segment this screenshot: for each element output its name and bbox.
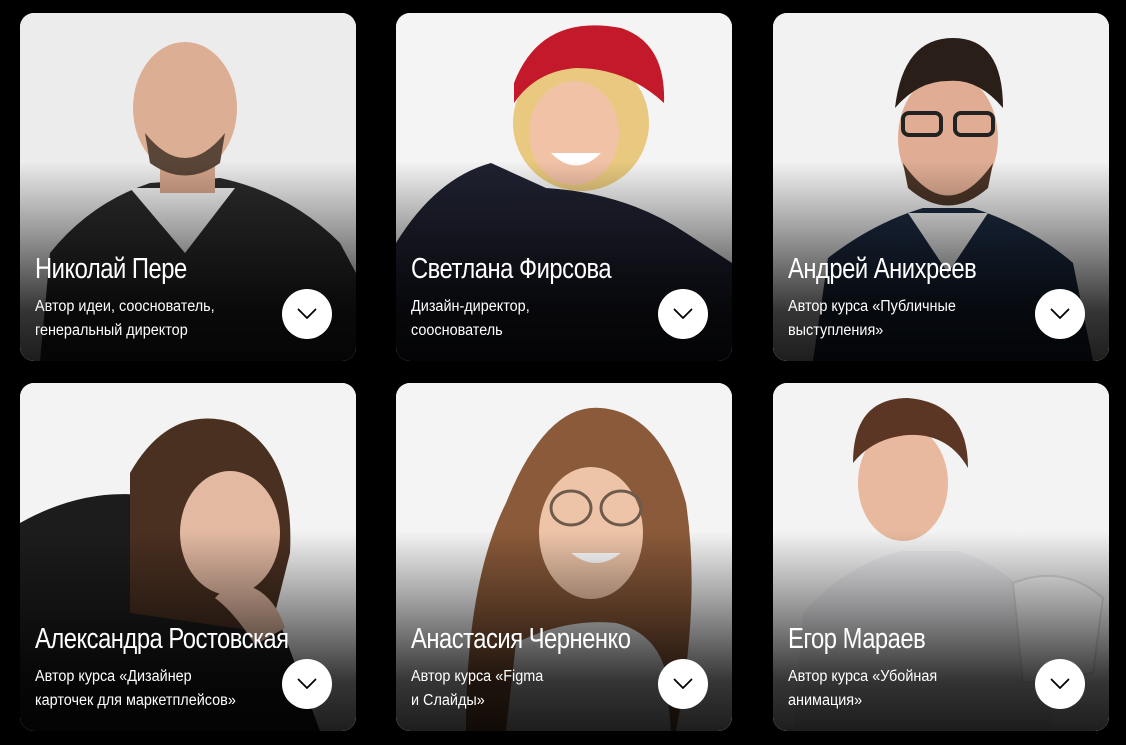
person-role: Автор курса «Убойная анимация» [788,665,1011,713]
team-card: Александра Ростовская Автор курса «Дизай… [20,383,356,731]
chevron-down-icon [1050,308,1070,319]
expand-button[interactable] [658,289,708,339]
team-card: Николай Пере Автор идеи, сооснователь, г… [20,13,356,361]
person-name: Александра Ростовская [35,623,289,655]
expand-button[interactable] [282,659,332,709]
team-card: Андрей Анихреев Автор курса «Публичные в… [773,13,1109,361]
role-line: и Слайды» [411,692,485,709]
expand-button[interactable] [282,289,332,339]
role-line: генеральный директор [35,322,188,339]
person-role: Автор курса «Figma и Слайды» [411,665,634,713]
chevron-down-icon [1050,678,1070,689]
person-name: Егор Мараев [788,623,926,655]
role-line: анимация» [788,692,863,709]
expand-button[interactable] [1035,289,1085,339]
role-line: Дизайн-директор, [411,298,530,315]
team-card: Егор Мараев Автор курса «Убойная анимаци… [773,383,1109,731]
role-line: карточек для маркетплейсов» [35,692,236,709]
person-role: Дизайн-директор, сооснователь [411,295,634,343]
team-grid: Николай Пере Автор идеи, сооснователь, г… [0,0,1126,745]
person-name: Светлана Фирсова [411,253,612,285]
expand-button[interactable] [658,659,708,709]
chevron-down-icon [297,308,317,319]
team-card: Анастасия Черненко Автор курса «Figma и … [396,383,732,731]
role-line: сооснователь [411,322,503,339]
person-name: Анастасия Черненко [411,623,631,655]
person-name: Андрей Анихреев [788,253,977,285]
role-line: Автор курса «Figma [411,668,544,685]
role-line: Автор курса «Публичные [788,298,956,315]
chevron-down-icon [297,678,317,689]
role-line: Автор курса «Убойная [788,668,938,685]
role-line: Автор курса «Дизайнер [35,668,192,685]
expand-button[interactable] [1035,659,1085,709]
team-card: Светлана Фирсова Дизайн-директор, соосно… [396,13,732,361]
chevron-down-icon [673,308,693,319]
chevron-down-icon [673,678,693,689]
person-role: Автор курса «Дизайнер карточек для марке… [35,665,258,713]
person-role: Автор курса «Публичные выступления» [788,295,1011,343]
person-role: Автор идеи, сооснователь, генеральный ди… [35,295,258,343]
role-line: Автор идеи, сооснователь, [35,298,215,315]
role-line: выступления» [788,322,884,339]
person-name: Николай Пере [35,253,187,285]
